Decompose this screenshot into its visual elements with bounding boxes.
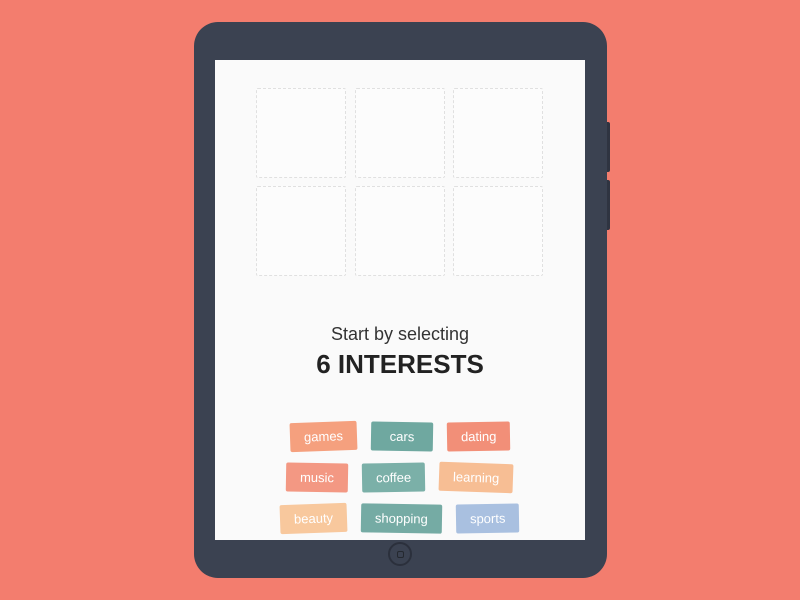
tag-coffee[interactable]: coffee <box>362 462 426 492</box>
selection-slot[interactable] <box>355 186 445 276</box>
tag-beauty[interactable]: beauty <box>280 503 348 534</box>
prompt-subtitle: Start by selecting <box>316 324 484 345</box>
tablet-frame: Start by selecting 6 INTERESTS games car… <box>194 22 607 578</box>
selection-slot-grid <box>256 88 544 276</box>
tag-games[interactable]: games <box>289 421 357 452</box>
home-button[interactable] <box>388 542 412 566</box>
tag-music[interactable]: music <box>286 462 348 492</box>
tag-shopping[interactable]: shopping <box>361 503 442 533</box>
home-button-icon <box>397 551 404 558</box>
tag-row: music coffee learning <box>286 463 513 492</box>
selection-slot[interactable] <box>453 88 543 178</box>
screen: Start by selecting 6 INTERESTS games car… <box>215 60 585 540</box>
tag-cars[interactable]: cars <box>371 421 433 451</box>
tag-row: games cars dating <box>290 422 510 451</box>
prompt-title: 6 INTERESTS <box>316 349 484 380</box>
tag-row: beauty shopping sports <box>280 504 519 533</box>
tag-learning[interactable]: learning <box>439 462 514 494</box>
tag-sports[interactable]: sports <box>456 503 520 533</box>
tag-dating[interactable]: dating <box>447 421 511 451</box>
volume-down-button[interactable] <box>607 180 610 230</box>
interest-tags: games cars dating music coffee learning … <box>260 422 540 533</box>
volume-up-button[interactable] <box>607 122 610 172</box>
prompt: Start by selecting 6 INTERESTS <box>316 324 484 380</box>
selection-slot[interactable] <box>256 186 346 276</box>
selection-slot[interactable] <box>453 186 543 276</box>
selection-slot[interactable] <box>256 88 346 178</box>
selection-slot[interactable] <box>355 88 445 178</box>
